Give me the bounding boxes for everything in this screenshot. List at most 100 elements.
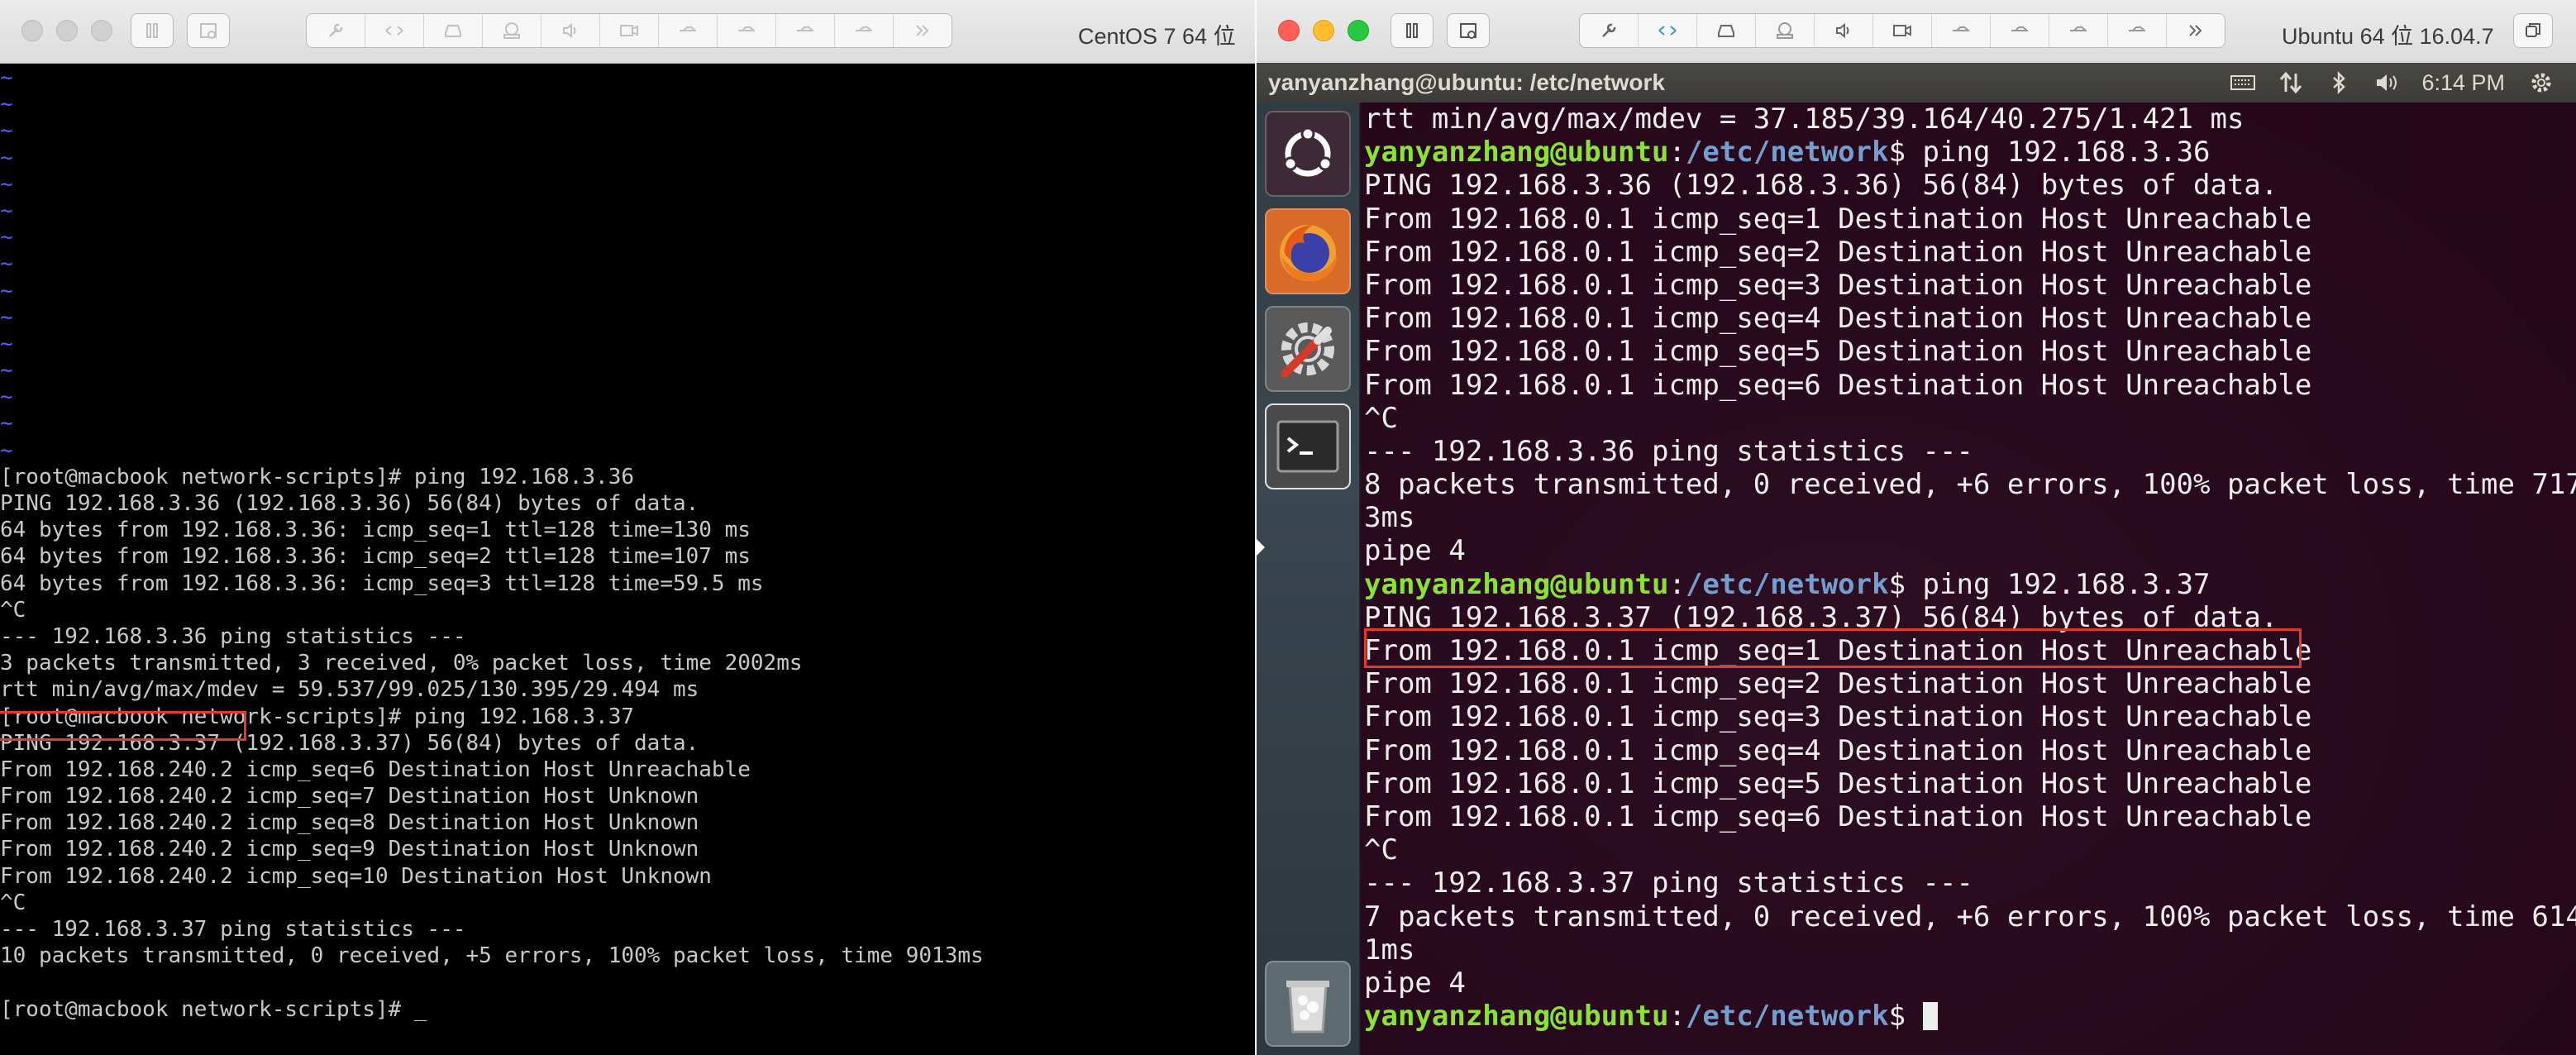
prompt-command: $ ping 192.168.3.36 (1888, 136, 2211, 169)
minimize-button[interactable] (1313, 20, 1334, 41)
session-indicator[interactable] (2528, 70, 2555, 95)
trash-icon (1286, 981, 1329, 1034)
zoom-button[interactable] (1348, 20, 1369, 41)
snapshot-button[interactable] (1447, 13, 1490, 48)
usb-button-1[interactable] (1932, 14, 1991, 47)
terminal-line: pipe 4 (1364, 966, 1466, 1000)
console-line: 64 bytes from 192.168.3.36: icmp_seq=2 t… (0, 544, 751, 570)
usb-button-2[interactable] (1991, 14, 2049, 47)
prompt-command: $ (1888, 1000, 1923, 1034)
minimize-button[interactable] (56, 20, 78, 41)
usb-button-4[interactable] (2108, 14, 2167, 47)
network-indicator[interactable] (2278, 70, 2304, 95)
console-line: ^C (0, 890, 26, 915)
terminal-line: From 192.168.0.1 icmp_seq=6 Destination … (1364, 368, 2312, 402)
prompt-user-host: yanyanzhang@ubuntu (1364, 567, 1669, 601)
usb-icon (680, 26, 696, 31)
sound-indicator[interactable] (2373, 70, 2400, 95)
pause-button[interactable] (1391, 13, 1433, 48)
snapshot-button[interactable] (187, 13, 230, 48)
console-line: [root@macbook network-scripts]# _ (0, 996, 427, 1022)
vim-empty-line: ~ (0, 411, 13, 437)
usb-button-2[interactable] (718, 14, 776, 47)
vim-empty-line: ~ (0, 171, 13, 197)
disk-button[interactable] (424, 14, 483, 47)
disk-button[interactable] (1697, 14, 1756, 47)
zoom-button[interactable] (91, 20, 112, 41)
more-button[interactable] (894, 14, 952, 47)
camera-button[interactable] (600, 14, 659, 47)
usb-icon (1953, 26, 1969, 31)
speaker-icon (563, 22, 576, 39)
terminal-line: PING 192.168.3.36 (192.168.3.36) 56(84) … (1364, 169, 2278, 203)
ubuntu-dash-icon (1283, 127, 1333, 177)
prompt-user-host: yanyanzhang@ubuntu (1364, 136, 1669, 169)
more-button[interactable] (2167, 14, 2225, 47)
console-line: --- 192.168.3.36 ping statistics --- (0, 623, 466, 649)
usb-button-1[interactable] (659, 14, 718, 47)
trash-launcher-item[interactable] (1265, 961, 1351, 1047)
terminal-line: pipe 4 (1364, 534, 1466, 568)
usb-button-3[interactable] (2049, 14, 2108, 47)
terminal-line: ^C (1364, 833, 1398, 867)
terminal-line: From 192.168.0.1 icmp_seq=5 Destination … (1364, 766, 2312, 800)
settings-button[interactable] (1580, 14, 1639, 47)
gear-icon (2531, 73, 2551, 93)
vim-empty-line: ~ (0, 92, 13, 117)
vim-empty-line: ~ (0, 118, 13, 144)
close-button[interactable] (1278, 20, 1300, 41)
camera-button[interactable] (1873, 14, 1932, 47)
unity-launcher (1257, 103, 1360, 1055)
highlight-box (0, 711, 246, 741)
vim-empty-line: ~ (0, 331, 13, 356)
pause-icon (1406, 23, 1418, 38)
network-arrows-button[interactable] (1639, 14, 1697, 47)
centos-console[interactable]: ~ ~ ~ ~ ~ ~ ~ ~ ~ ~ ~ ~ ~ ~ ~ [root@macbook network-scr… (0, 64, 1255, 1055)
firefox-launcher-item[interactable] (1265, 208, 1351, 294)
vm-title: CentOS 7 64 位 (1078, 24, 1236, 49)
close-button[interactable] (21, 20, 43, 41)
sound-button[interactable] (541, 14, 600, 47)
usb-icon (2070, 26, 2087, 31)
speaker-icon (1836, 22, 1849, 39)
cd-button[interactable] (1756, 14, 1815, 47)
device-toolbar (306, 13, 952, 48)
terminal-line: From 192.168.0.1 icmp_seq=1 Destination … (1364, 202, 2312, 236)
camera-icon (620, 25, 638, 36)
prompt-user-host: yanyanzhang@ubuntu (1364, 1000, 1669, 1034)
terminal-line: From 192.168.0.1 icmp_seq=3 Destination … (1364, 700, 2312, 734)
centos-vm-window[interactable]: CentOS 7 64 位 ~ ~ ~ ~ ~ ~ ~ ~ ~ ~ ~ ~ ~ ~ ~ [root@macbo… (0, 0, 1255, 1055)
usb-button-3[interactable] (776, 14, 835, 47)
usb-icon (2129, 26, 2145, 31)
highlight-box (1364, 628, 2302, 668)
fullscreen-button[interactable] (2513, 13, 2553, 48)
window-controls (21, 20, 112, 41)
vim-empty-line: ~ (0, 225, 13, 251)
firefox-icon (1280, 225, 1338, 282)
cd-button[interactable] (483, 14, 541, 47)
bluetooth-indicator[interactable] (2326, 70, 2352, 95)
console-line: [root@macbook network-scripts]# ping 192… (0, 464, 635, 489)
pause-button[interactable] (131, 13, 174, 48)
ubuntu-vm-window[interactable]: Ubuntu 64 位 16.04.7 yanyanzhang@ubuntu: … (1257, 0, 2576, 1055)
active-app-indicator (1257, 539, 1265, 556)
double-chevron-right-icon (2189, 25, 2202, 36)
usb-button-4[interactable] (835, 14, 894, 47)
console-line: --- 192.168.3.37 ping statistics --- (0, 917, 466, 942)
wrench-icon (329, 23, 343, 37)
window-restore-icon (2526, 23, 2540, 37)
terminal-launcher-item[interactable] (1265, 403, 1351, 489)
terminal-line: From 192.168.0.1 icmp_seq=5 Destination … (1364, 335, 2312, 369)
dash-launcher-item[interactable] (1265, 111, 1351, 197)
ubuntu-terminal[interactable]: rtt min/avg/max/mdev = 37.185/39.164/40.… (1361, 103, 2576, 1055)
keyboard-indicator[interactable] (2230, 70, 2256, 95)
clock[interactable]: 6:14 PM (2421, 70, 2505, 96)
sound-button[interactable] (1815, 14, 1873, 47)
settings-launcher-item[interactable] (1265, 306, 1351, 392)
snapshot-icon (1460, 23, 1476, 39)
terminal-icon (1276, 420, 1339, 473)
centos-titlebar: CentOS 7 64 位 (0, 0, 1255, 64)
network-arrows-button[interactable] (365, 14, 424, 47)
console-line: 10 packets transmitted, 0 received, +5 e… (0, 943, 984, 969)
settings-button[interactable] (307, 14, 365, 47)
